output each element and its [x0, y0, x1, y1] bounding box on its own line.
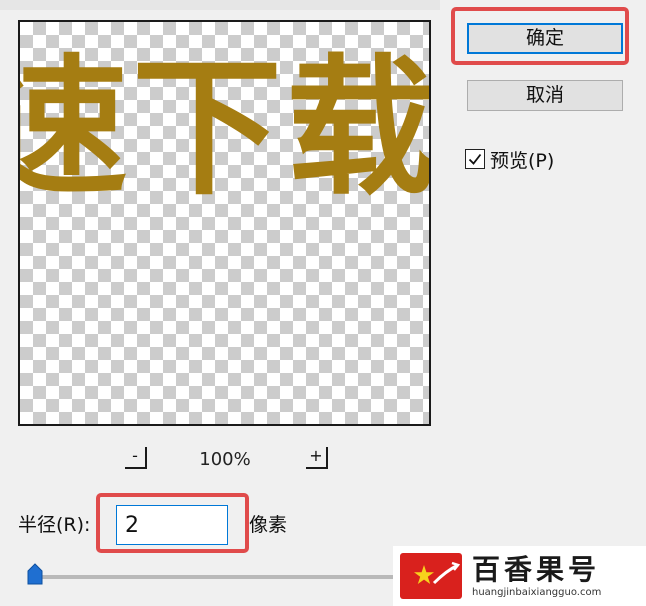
preview-sample-text: 速下载: [20, 42, 431, 216]
cancel-button[interactable]: 取消: [467, 80, 623, 111]
radius-label: 半径(R):: [18, 514, 91, 536]
dialog-top-edge: [0, 0, 440, 10]
watermark: 百香果号 huangjinbaixiangguo.com: [393, 546, 646, 606]
radius-unit-label: 像素: [249, 514, 288, 536]
preview-checkbox-label: 预览(P): [490, 149, 555, 172]
preview-canvas[interactable]: 速下载: [18, 20, 431, 426]
radius-slider-track[interactable]: [36, 575, 436, 579]
minimum-filter-dialog: 速下载 - 100% + 确定 取消 预览(P) 半径(R): 像素: [0, 0, 646, 606]
star-logo-icon: [400, 553, 462, 599]
preview-checkbox[interactable]: 预览(P): [465, 146, 554, 172]
radius-input[interactable]: [116, 505, 228, 545]
check-icon[interactable]: [465, 149, 485, 169]
zoom-in-button[interactable]: +: [306, 447, 328, 469]
zoom-out-button[interactable]: -: [125, 447, 147, 469]
watermark-text: 百香果号 huangjinbaixiangguo.com: [472, 553, 601, 599]
watermark-url: huangjinbaixiangguo.com: [472, 587, 602, 598]
zoom-level: 100%: [199, 449, 251, 470]
slider-thumb-icon[interactable]: [25, 563, 45, 585]
watermark-name: 百香果号: [472, 553, 601, 586]
ok-button[interactable]: 确定: [467, 23, 623, 54]
